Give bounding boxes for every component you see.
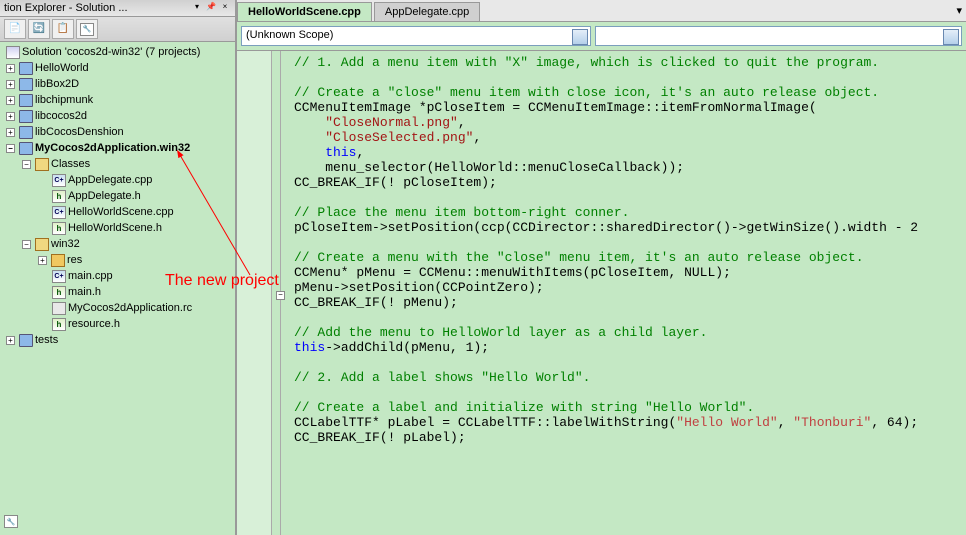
project-helloworld[interactable]: + HelloWorld — [2, 60, 233, 76]
expand-toggle[interactable]: + — [6, 112, 15, 121]
project-icon — [19, 62, 33, 75]
collapse-toggle[interactable]: − — [6, 144, 15, 153]
project-libchipmunk[interactable]: + libchipmunk — [2, 92, 233, 108]
toolbar-btn-3[interactable]: 📋 — [52, 19, 74, 39]
project-mycocos2dapplication[interactable]: − MyCocos2dApplication.win32 — [2, 140, 233, 156]
expand-toggle[interactable]: + — [6, 336, 15, 345]
project-libcocos2d[interactable]: + libcocos2d — [2, 108, 233, 124]
h-file-icon: h — [52, 318, 66, 331]
pushpin-icon[interactable]: 📌 — [205, 2, 217, 14]
file-helloworldscene-h[interactable]: h HelloWorldScene.h — [2, 220, 233, 236]
h-file-icon: h — [52, 190, 66, 203]
member-combo[interactable] — [595, 26, 962, 46]
toolbar-btn-2[interactable]: 🔄 — [28, 19, 50, 39]
solution-icon — [6, 46, 20, 59]
toolbar-btn-1[interactable]: 📄 — [4, 19, 26, 39]
expand-toggle[interactable]: + — [6, 64, 15, 73]
file-helloworldscene-cpp[interactable]: C+ HelloWorldScene.cpp — [2, 204, 233, 220]
folder-open-icon — [35, 238, 49, 251]
explorer-toolbar: 📄 🔄 📋 — [0, 17, 235, 42]
tab-helloworldscene[interactable]: HelloWorldScene.cpp — [237, 2, 372, 21]
folder-classes[interactable]: − Classes — [2, 156, 233, 172]
properties-button[interactable] — [76, 19, 98, 39]
cpp-file-icon: C+ — [52, 174, 66, 187]
cpp-file-icon: C+ — [52, 206, 66, 219]
expand-toggle[interactable]: + — [6, 80, 15, 89]
project-icon — [19, 110, 33, 123]
properties-left-icon[interactable] — [4, 515, 18, 531]
tab-appdelegate[interactable]: AppDelegate.cpp — [374, 2, 480, 21]
gutter — [237, 51, 272, 535]
code-editor[interactable]: − // 1. Add a menu item with "X" image, … — [237, 51, 966, 535]
explorer-title: tion Explorer - Solution ... — [4, 2, 128, 14]
file-appdelegate-h[interactable]: h AppDelegate.h — [2, 188, 233, 204]
solution-tree[interactable]: Solution 'cocos2d-win32' (7 projects) + … — [0, 42, 235, 535]
scope-combo[interactable]: (Unknown Scope) — [241, 26, 591, 46]
close-panel-button[interactable]: × — [219, 2, 231, 14]
project-icon — [19, 334, 33, 347]
main-editor-panel: HelloWorldScene.cpp AppDelegate.cpp ▾ (U… — [237, 0, 966, 535]
solution-explorer-panel: tion Explorer - Solution ... ▾ 📌 × 📄 🔄 📋… — [0, 0, 237, 535]
folder-res[interactable]: + res — [2, 252, 233, 268]
project-tests[interactable]: + tests — [2, 332, 233, 348]
tab-menu-button[interactable]: ▾ — [956, 4, 962, 17]
project-libbox2d[interactable]: + libBox2D — [2, 76, 233, 92]
h-file-icon: h — [52, 286, 66, 299]
expand-toggle[interactable]: + — [6, 128, 15, 137]
explorer-titlebar: tion Explorer - Solution ... ▾ 📌 × — [0, 0, 235, 17]
file-main-h[interactable]: h main.h — [2, 284, 233, 300]
rc-file-icon — [52, 302, 66, 315]
expand-toggle[interactable]: + — [6, 96, 15, 105]
outline-column: − — [272, 51, 290, 535]
pin-button[interactable]: ▾ — [191, 2, 203, 14]
project-libcocosdenshion[interactable]: + libCocosDenshion — [2, 124, 233, 140]
file-rc[interactable]: MyCocos2dApplication.rc — [2, 300, 233, 316]
solution-root[interactable]: Solution 'cocos2d-win32' (7 projects) — [2, 44, 233, 60]
collapse-toggle[interactable]: − — [22, 160, 31, 169]
expand-toggle[interactable]: + — [38, 256, 47, 265]
file-resource-h[interactable]: h resource.h — [2, 316, 233, 332]
cpp-file-icon: C+ — [52, 270, 66, 283]
scope-bar: (Unknown Scope) — [237, 22, 966, 51]
folder-win32[interactable]: − win32 — [2, 236, 233, 252]
code-area[interactable]: // 1. Add a menu item with "X" image, wh… — [290, 51, 966, 535]
fold-toggle[interactable]: − — [276, 291, 285, 300]
folder-icon — [51, 254, 65, 267]
editor-tabs: HelloWorldScene.cpp AppDelegate.cpp ▾ — [237, 0, 966, 22]
file-main-cpp[interactable]: C+ main.cpp — [2, 268, 233, 284]
project-icon — [19, 94, 33, 107]
project-icon — [19, 78, 33, 91]
project-icon — [19, 142, 33, 155]
h-file-icon: h — [52, 222, 66, 235]
project-icon — [19, 126, 33, 139]
file-appdelegate-cpp[interactable]: C+ AppDelegate.cpp — [2, 172, 233, 188]
folder-open-icon — [35, 158, 49, 171]
collapse-toggle[interactable]: − — [22, 240, 31, 249]
